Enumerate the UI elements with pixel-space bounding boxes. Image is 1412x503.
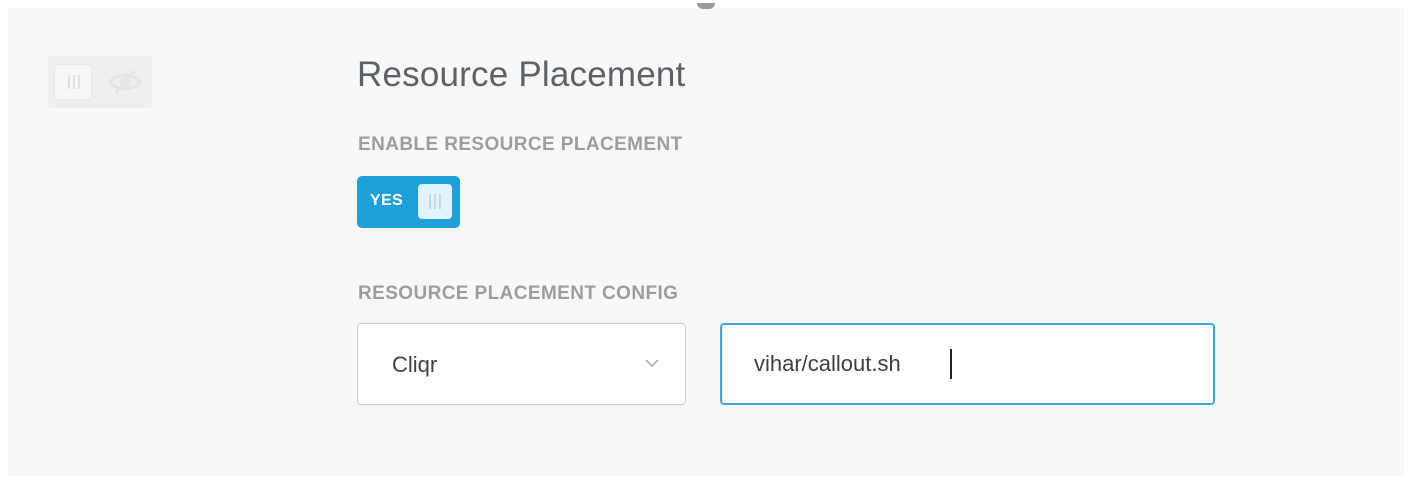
- grip-line: [78, 75, 80, 89]
- enable-resource-placement-toggle[interactable]: YES: [357, 176, 460, 228]
- chevron-down-icon: [645, 359, 659, 368]
- grip-line: [73, 75, 75, 89]
- toggle-yes-text: YES: [370, 192, 403, 209]
- enable-resource-placement-label: ENABLE RESOURCE PLACEMENT: [358, 134, 683, 155]
- grip-line: [68, 75, 70, 89]
- placement-type-select[interactable]: Cliqr: [357, 323, 686, 405]
- eye-slash-icon: [108, 70, 142, 94]
- toggle-knob[interactable]: [418, 184, 452, 219]
- grip-line: [429, 194, 431, 209]
- visibility-toggle[interactable]: [48, 56, 152, 108]
- resource-placement-config-label: RESOURCE PLACEMENT CONFIG: [358, 283, 679, 304]
- grip-line: [439, 194, 441, 209]
- visibility-toggle-knob[interactable]: [54, 64, 92, 100]
- grip-line: [434, 194, 436, 209]
- select-value: Cliqr: [392, 352, 438, 377]
- settings-panel: [8, 8, 1404, 476]
- section-title: Resource Placement: [357, 55, 686, 94]
- text-caret: [950, 349, 952, 379]
- callout-script-input[interactable]: [720, 323, 1215, 405]
